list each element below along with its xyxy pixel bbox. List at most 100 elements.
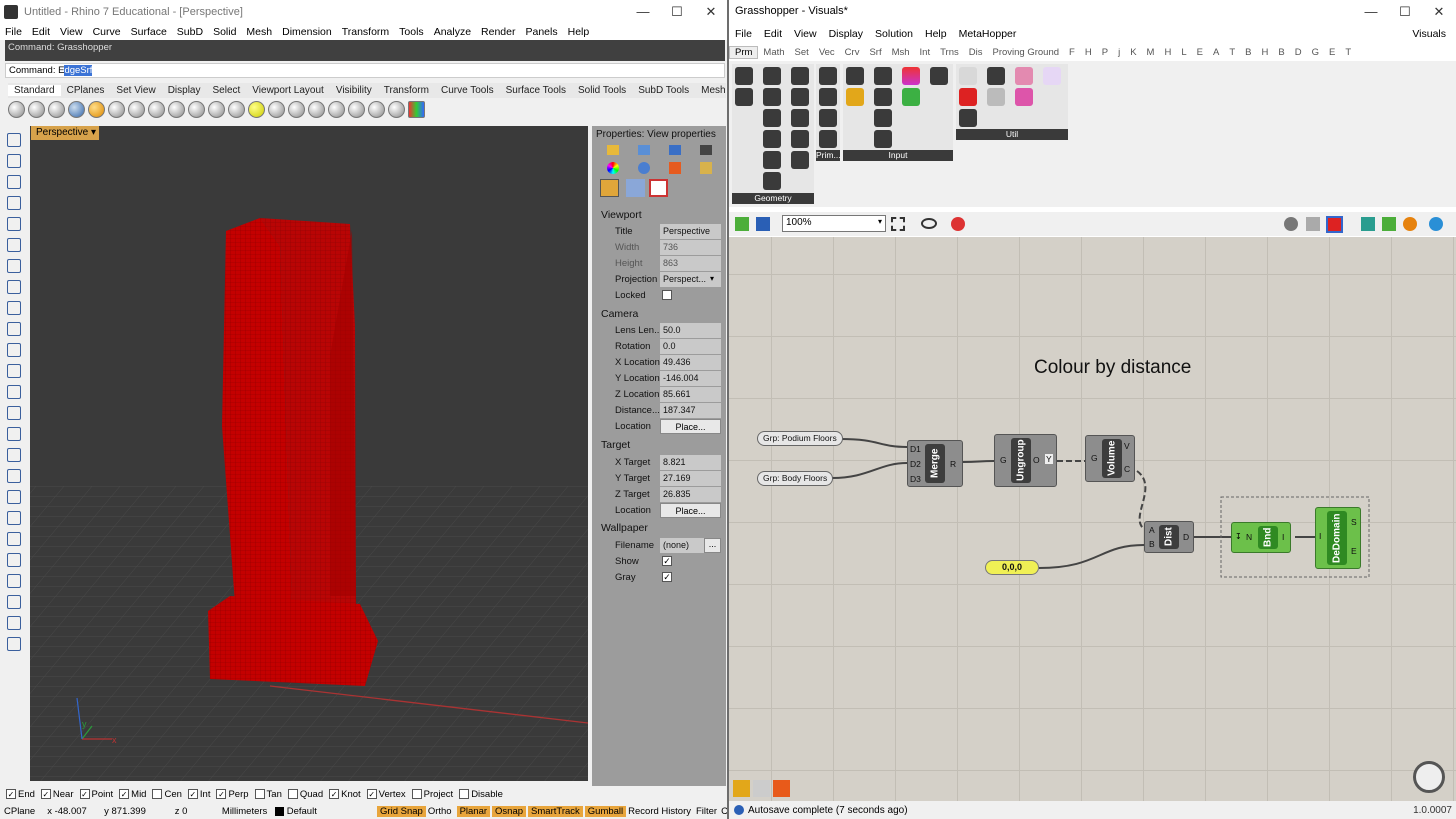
volume-output-v[interactable]: V <box>1124 441 1130 451</box>
prop-distance-field[interactable]: 187.347 <box>660 403 721 418</box>
status-cplane[interactable]: CPlane <box>4 806 47 817</box>
print-icon[interactable] <box>328 100 345 118</box>
gh-tab-28[interactable]: T <box>1340 47 1356 58</box>
value-list-input-icon[interactable] <box>874 130 892 148</box>
gh-tab-21[interactable]: T <box>1224 47 1240 58</box>
array-tool-icon[interactable] <box>7 532 21 546</box>
osnap-perp[interactable]: ✓ Perp <box>216 789 249 800</box>
extrude-tool-icon[interactable] <box>7 364 21 378</box>
grid-snap-toggle[interactable]: Grid Snap <box>377 805 426 817</box>
analyze-tool-icon[interactable] <box>7 616 21 630</box>
monitor-icon[interactable] <box>348 100 365 118</box>
geometry-param-icon[interactable] <box>763 172 781 190</box>
filter-toggle[interactable]: Filter <box>696 806 717 817</box>
osnap-int[interactable]: ✓ Int <box>187 789 210 800</box>
move-tool-icon[interactable] <box>7 469 21 483</box>
osnap-checkbox[interactable] <box>411 789 422 799</box>
show-checkbox[interactable]: ✓ <box>662 556 672 566</box>
util-palette-label[interactable]: Util <box>956 129 1068 140</box>
osnap-checkbox[interactable] <box>254 789 265 799</box>
object-icon[interactable] <box>368 100 385 118</box>
merge-output-r[interactable]: R <box>950 459 956 469</box>
gh-tab-7[interactable]: Int <box>915 47 936 58</box>
dedomain-input-i[interactable]: I <box>1319 531 1321 541</box>
projection-dropdown-icon[interactable]: ▾ <box>710 274 714 283</box>
tree-util-icon[interactable] <box>959 109 977 127</box>
gh-tab-1[interactable]: Math <box>758 47 789 58</box>
ellipse-tool-icon[interactable] <box>7 259 21 273</box>
calculator-input-icon[interactable] <box>930 67 948 85</box>
volume-component[interactable]: G Volume V C <box>1085 435 1135 482</box>
surface-param-icon[interactable] <box>791 109 809 127</box>
cluster-util-icon[interactable] <box>1015 67 1033 85</box>
download-icon[interactable] <box>753 780 770 797</box>
geometry-palette-label[interactable]: Geometry <box>732 193 814 204</box>
volume-output-c[interactable]: C <box>1124 464 1130 474</box>
mesh-tool-icon[interactable] <box>7 427 21 441</box>
preview-wire-icon[interactable] <box>1306 217 1320 231</box>
circle-tool-icon[interactable] <box>7 217 21 231</box>
box-param-icon[interactable] <box>791 67 809 85</box>
gh-tab-27[interactable]: E <box>1324 47 1340 58</box>
circle-param-icon[interactable] <box>763 67 781 85</box>
boolean-param-icon[interactable] <box>819 67 837 85</box>
camera-icon[interactable] <box>700 145 712 155</box>
menu-surface[interactable]: Surface <box>126 26 172 38</box>
zoom-select[interactable]: 100% ▾ <box>782 215 886 232</box>
zoom-dropdown-icon[interactable]: ▾ <box>878 217 882 226</box>
graph-input-icon[interactable] <box>846 88 864 106</box>
view-camera-icon[interactable] <box>600 179 619 197</box>
gh-minimize-button[interactable]: — <box>1354 0 1388 23</box>
gh-tab-16[interactable]: M <box>1142 47 1160 58</box>
panel-input-icon[interactable] <box>846 67 864 85</box>
dedomain-output-s[interactable]: S <box>1351 517 1357 527</box>
text-tool-icon[interactable] <box>7 574 21 588</box>
menu-file[interactable]: File <box>0 26 27 38</box>
palette-icon[interactable] <box>388 100 405 118</box>
box-tool-icon[interactable] <box>7 385 21 399</box>
prop-yloc-field[interactable]: -146.004 <box>660 371 721 386</box>
gh-tab-9[interactable]: Dis <box>964 47 988 58</box>
toggle-input-icon[interactable] <box>874 67 892 85</box>
tab-subd-tools[interactable]: SubD Tools <box>632 85 695 96</box>
chart-icon[interactable] <box>773 780 790 797</box>
pen-view-icon[interactable] <box>168 100 185 118</box>
gumball-toggle[interactable]: Gumball <box>584 805 627 817</box>
gh-menu-view[interactable]: View <box>788 28 823 40</box>
maximize-button[interactable]: ☐ <box>660 0 694 23</box>
tab-surface-tools[interactable]: Surface Tools <box>500 85 572 96</box>
render-tool-icon[interactable] <box>7 637 21 651</box>
viewport-title-tab[interactable]: Perspective ▾ <box>31 126 99 140</box>
slider-input-icon[interactable] <box>874 109 892 127</box>
point-tool-icon[interactable] <box>7 154 21 168</box>
gh-tab-3[interactable]: Vec <box>814 47 840 58</box>
menu-view[interactable]: View <box>55 26 88 38</box>
flask-util-icon[interactable] <box>1015 88 1033 106</box>
menu-mesh[interactable]: Mesh <box>241 26 277 38</box>
ortho-toggle[interactable]: Ortho <box>428 806 452 817</box>
tab-standard[interactable]: Standard <box>8 85 61 96</box>
bnd-input-n[interactable]: N <box>1246 532 1252 542</box>
osnap-end[interactable]: ✓ End <box>6 789 35 800</box>
menu-dimension[interactable]: Dimension <box>277 26 337 38</box>
target-place-button[interactable]: Place... <box>660 503 721 518</box>
smarttrack-toggle[interactable]: SmartTrack <box>528 805 583 817</box>
rendered-sphere-icon[interactable] <box>48 100 65 118</box>
bell-icon[interactable] <box>669 145 681 155</box>
gh-tab-23[interactable]: H <box>1256 47 1273 58</box>
osnap-toggle[interactable]: Osnap <box>492 805 527 817</box>
line-param-icon[interactable] <box>735 88 753 106</box>
menu-subd[interactable]: SubD <box>172 26 208 38</box>
osnap-checkbox[interactable]: ✓ <box>216 789 227 799</box>
input-palette-label[interactable]: Input <box>843 150 953 161</box>
gh-tab-10[interactable]: Proving Ground <box>988 47 1065 58</box>
sun-icon[interactable] <box>288 100 305 118</box>
prop-ztarget-field[interactable]: 26.835 <box>660 487 721 502</box>
osnap-checkbox[interactable] <box>459 789 470 799</box>
tab-visibility[interactable]: Visibility <box>330 85 378 96</box>
ghosted-sphere-icon[interactable] <box>68 100 85 118</box>
planar-toggle[interactable]: Planar <box>456 805 491 817</box>
polygon-tool-icon[interactable] <box>7 280 21 294</box>
dist-output-d[interactable]: D <box>1183 532 1189 542</box>
sketch-util-icon[interactable] <box>959 67 977 85</box>
